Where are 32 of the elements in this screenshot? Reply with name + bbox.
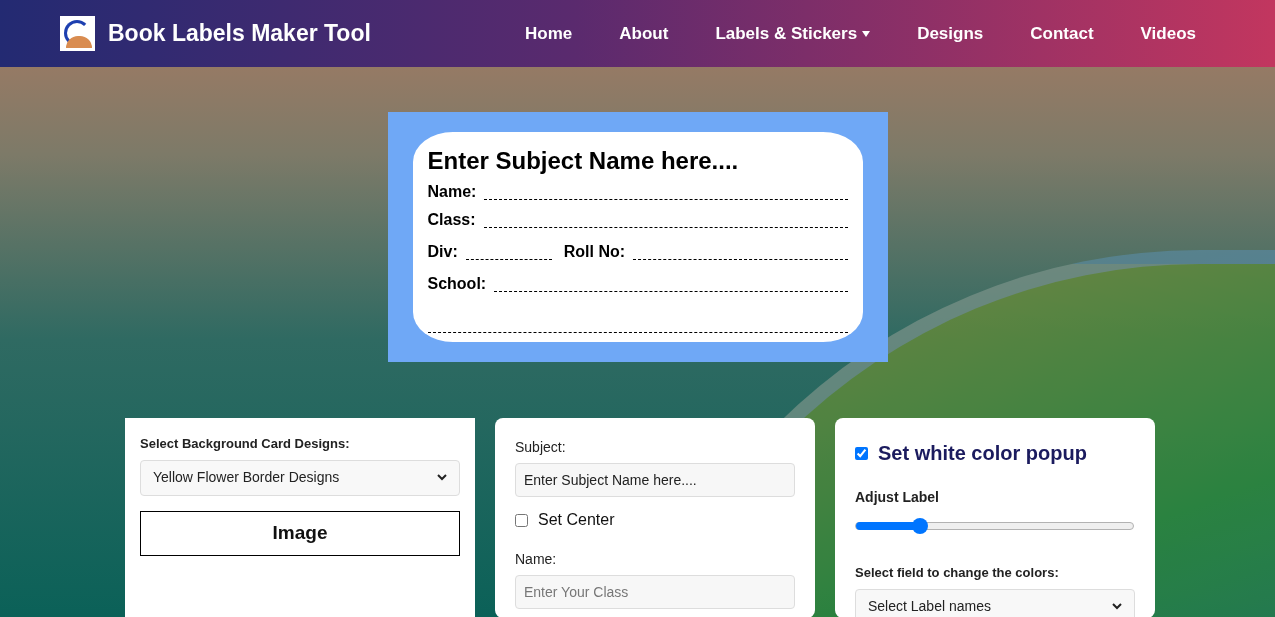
field-label: Name: <box>427 182 477 202</box>
field-label: Select field to change the colors: <box>855 564 1060 582</box>
center-checkbox[interactable] <box>515 513 528 527</box>
popup-checkbox[interactable] <box>855 446 868 460</box>
name-input[interactable]: Enter Your Class <box>515 575 795 609</box>
chevron-down-icon <box>1112 602 1122 610</box>
field-label: Class: <box>427 210 476 230</box>
nav-link[interactable]: Home <box>525 20 573 47</box>
label-title: Enter Subject Name here.... <box>427 146 740 176</box>
nav-link[interactable]: Videos <box>1140 20 1196 47</box>
chevron-down-icon <box>437 474 447 481</box>
field-label: Subject: <box>515 438 567 457</box>
nav-link[interactable]: Labels & Stickers <box>715 20 871 47</box>
nav-link[interactable]: Contact <box>1030 20 1094 47</box>
nav-link[interactable]: About <box>619 20 669 47</box>
nav-link[interactable]: Designs <box>917 20 984 47</box>
image-button[interactable]: Image <box>140 510 460 556</box>
design-select[interactable]: Yellow Flower Border Designs <box>140 459 460 496</box>
field-label: Select Background Card Designs: <box>140 435 351 453</box>
field-label: Adjust Label <box>855 488 940 507</box>
field-label: Div: <box>427 242 458 262</box>
site-title[interactable]: Book Labels Maker Tool <box>108 16 371 51</box>
logo-icon[interactable] <box>60 16 95 51</box>
caret-down-icon <box>862 30 871 37</box>
label-select[interactable]: Select Label names <box>855 588 1135 617</box>
field-label: School: <box>427 274 487 294</box>
field-label: Name: <box>515 550 558 569</box>
slider-thumb[interactable] <box>911 518 928 534</box>
checkbox-label: Set white color popup <box>878 441 1087 466</box>
subject-input[interactable]: Enter Subject Name here.... <box>515 463 795 497</box>
field-label: Roll No: <box>563 242 626 262</box>
checkbox-label: Set Center <box>538 510 615 530</box>
